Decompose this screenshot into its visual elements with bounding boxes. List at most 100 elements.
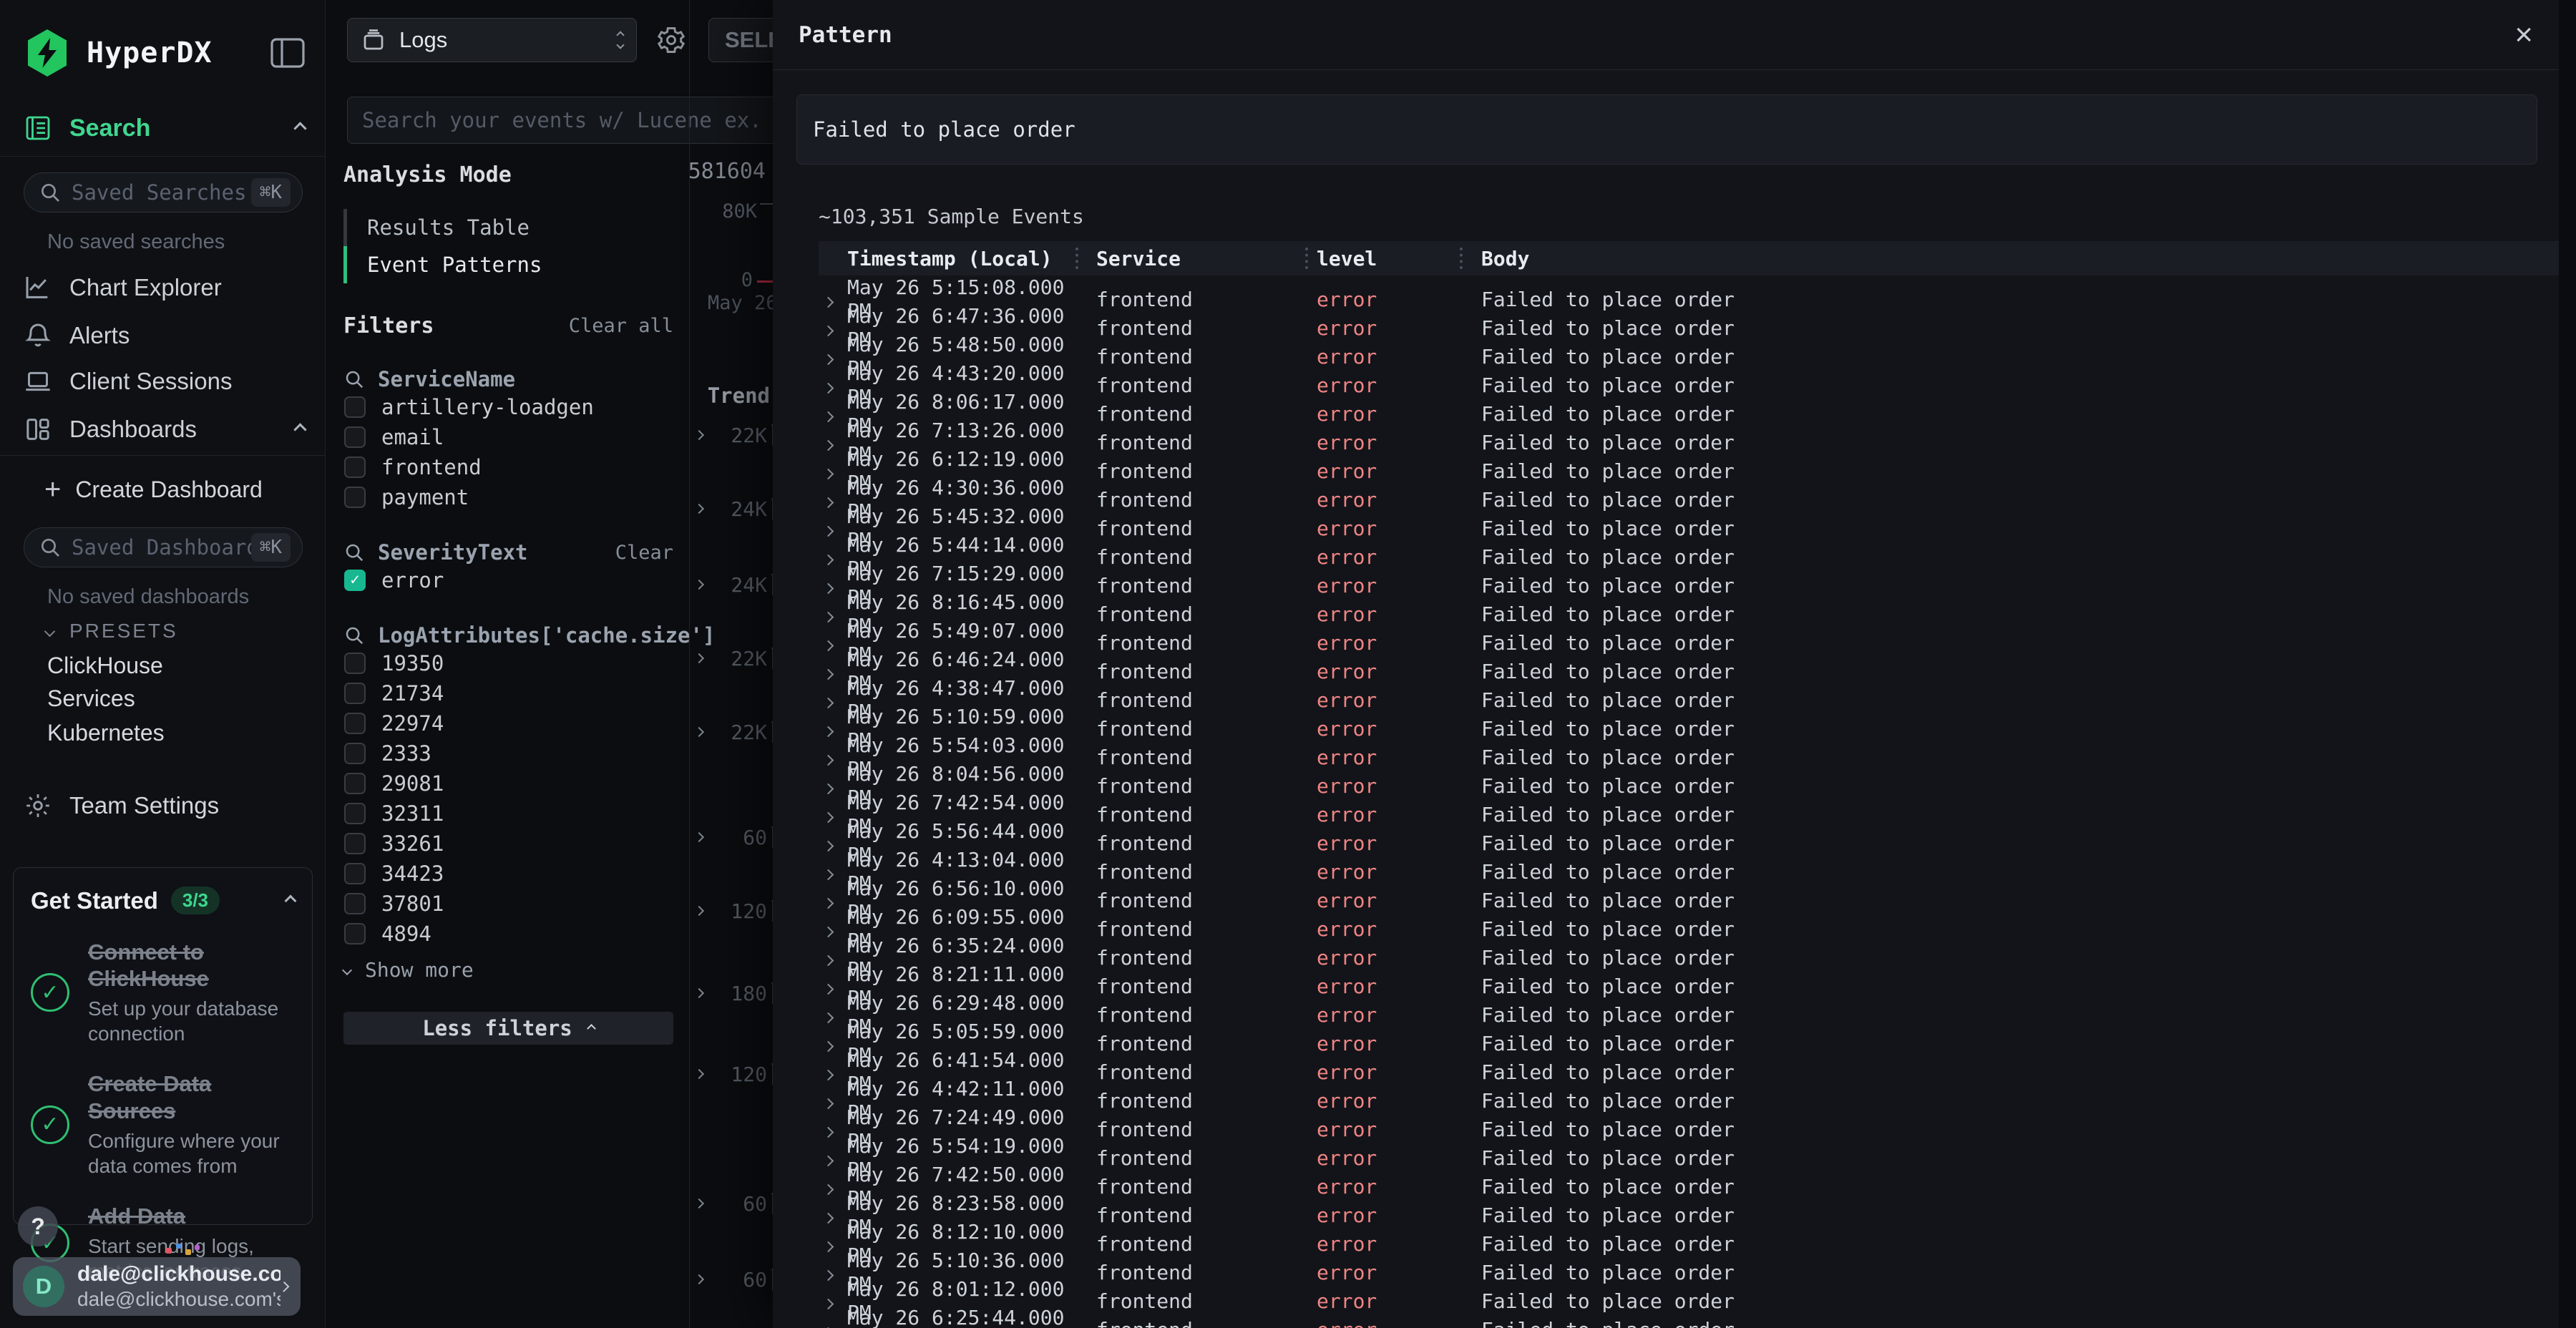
filter-option[interactable]: ✓ error — [343, 565, 673, 595]
saved-searches-input[interactable]: ⌘K — [24, 172, 303, 213]
expand-row-chevron-icon[interactable] — [823, 1012, 834, 1023]
filter-option[interactable]: 29081 — [343, 768, 673, 798]
expand-row-chevron-icon[interactable] — [823, 840, 834, 851]
filter-option[interactable]: 19350 — [343, 648, 673, 678]
expand-row-chevron-icon[interactable] — [823, 325, 834, 336]
expand-row-chevron-icon[interactable] — [823, 1241, 834, 1252]
sidebar-item-chart-explorer[interactable]: Chart Explorer — [24, 266, 305, 309]
create-dashboard-button[interactable]: + Create Dashboard — [44, 472, 263, 507]
checkbox-unchecked[interactable] — [344, 653, 366, 674]
less-filters-button[interactable]: Less filters — [343, 1012, 673, 1045]
col-body[interactable]: Body — [1481, 247, 2576, 270]
sidebar-collapse-icon[interactable] — [270, 38, 305, 68]
expand-row-chevron-icon[interactable] — [823, 1126, 834, 1138]
checkbox-unchecked[interactable] — [344, 923, 366, 944]
sidebar-item-team-settings[interactable]: Team Settings — [24, 784, 305, 827]
checkbox-unchecked[interactable] — [344, 863, 366, 884]
search-icon[interactable] — [343, 368, 365, 390]
search-icon[interactable] — [343, 542, 365, 563]
search-icon[interactable] — [343, 625, 365, 646]
expand-row-chevron-icon[interactable] — [823, 296, 834, 308]
checkbox-unchecked[interactable] — [344, 833, 366, 854]
expand-row-chevron-icon[interactable] — [823, 497, 834, 508]
column-resize-handle[interactable] — [1460, 248, 1463, 269]
get-started-header[interactable]: Get Started 3/3 — [31, 887, 295, 914]
checkbox-unchecked[interactable] — [344, 893, 366, 914]
filter-option[interactable]: 33261 — [343, 829, 673, 858]
filter-option[interactable]: 34423 — [343, 859, 673, 888]
expand-row-chevron-icon[interactable] — [823, 1155, 834, 1166]
expand-row-chevron-icon[interactable] — [823, 1069, 834, 1080]
expand-row-chevron-icon[interactable] — [823, 411, 834, 422]
expand-row-chevron-icon[interactable] — [823, 897, 834, 909]
expand-row-chevron-icon[interactable] — [823, 525, 834, 537]
checkbox-unchecked[interactable] — [344, 773, 366, 794]
pattern-row-fragment[interactable]: 60 — [690, 1265, 773, 1294]
saved-dashboards-field[interactable] — [72, 535, 251, 560]
expand-row-chevron-icon[interactable] — [823, 811, 834, 823]
checkbox-checked[interactable]: ✓ — [344, 570, 366, 591]
checkbox-unchecked[interactable] — [344, 683, 366, 704]
expand-row-chevron-icon[interactable] — [823, 783, 834, 794]
sidebar-item-dashboards[interactable]: Dashboards — [24, 408, 305, 451]
expand-row-chevron-icon[interactable] — [823, 554, 834, 565]
filter-option[interactable]: 2333 — [343, 738, 673, 768]
expand-row-chevron-icon[interactable] — [823, 1269, 834, 1281]
mode-results-table[interactable]: Results Table — [343, 209, 673, 246]
expand-row-chevron-icon[interactable] — [823, 697, 834, 708]
checkbox-unchecked[interactable] — [344, 426, 366, 448]
saved-searches-field[interactable] — [72, 180, 251, 205]
preset-item[interactable]: Services — [47, 685, 135, 712]
expand-row-chevron-icon[interactable] — [823, 1212, 834, 1224]
expand-row-chevron-icon[interactable] — [823, 582, 834, 594]
help-button[interactable]: ? — [18, 1206, 58, 1246]
preset-item[interactable]: Kubernetes — [47, 720, 165, 746]
col-level[interactable]: level — [1317, 247, 1481, 270]
scroll-gutter[interactable] — [2559, 0, 2576, 1328]
checkbox-unchecked[interactable] — [344, 803, 366, 824]
filter-option[interactable]: artillery-loadgen — [343, 392, 673, 421]
checkbox-unchecked[interactable] — [344, 743, 366, 764]
checkbox-unchecked[interactable] — [344, 396, 366, 418]
filter-option[interactable]: 37801 — [343, 889, 673, 918]
expand-row-chevron-icon[interactable] — [823, 668, 834, 680]
expand-row-chevron-icon[interactable] — [823, 954, 834, 966]
filter-option[interactable]: 32311 — [343, 799, 673, 828]
clear-link[interactable]: Clear — [615, 542, 673, 564]
get-started-item[interactable]: ✓ Connect to ClickHouse Set up your data… — [31, 939, 295, 1046]
source-settings-gear-icon[interactable] — [655, 24, 687, 56]
expand-row-chevron-icon[interactable] — [823, 468, 834, 479]
pattern-row-fragment[interactable]: 120 — [690, 1060, 773, 1088]
preset-item[interactable]: ClickHouse — [47, 653, 163, 679]
presets-toggle[interactable]: PRESETS — [46, 620, 178, 643]
expand-row-chevron-icon[interactable] — [823, 1298, 834, 1309]
sidebar-item-search[interactable]: Search — [24, 107, 305, 149]
expand-row-chevron-icon[interactable] — [823, 869, 834, 880]
sidebar-item-alerts[interactable]: Alerts — [24, 314, 305, 357]
col-timestamp[interactable]: Timestamp (Local) — [847, 247, 1096, 270]
pattern-row-fragment[interactable]: 22K — [690, 421, 773, 449]
checkbox-unchecked[interactable] — [344, 487, 366, 508]
filter-option[interactable]: 22974 — [343, 708, 673, 738]
expand-row-chevron-icon[interactable] — [823, 1183, 834, 1195]
expand-row-chevron-icon[interactable] — [823, 439, 834, 451]
pattern-row-fragment[interactable]: 120 — [690, 897, 773, 925]
checkbox-unchecked[interactable] — [344, 713, 366, 734]
column-resize-handle[interactable] — [1305, 248, 1308, 269]
expand-row-chevron-icon[interactable] — [823, 611, 834, 622]
table-row[interactable]: May 26 5:15:08.000 PM frontend error Fai… — [819, 275, 2576, 304]
pattern-row-fragment[interactable]: 60 — [690, 1189, 773, 1218]
close-icon[interactable]: × — [2514, 19, 2533, 51]
expand-row-chevron-icon[interactable] — [823, 983, 834, 995]
filter-option[interactable]: email — [343, 422, 673, 451]
filter-option[interactable]: 4894 — [343, 919, 673, 948]
pattern-row-fragment[interactable]: 22K — [690, 718, 773, 746]
show-more-link[interactable]: Show more — [343, 958, 673, 982]
column-resize-handle[interactable] — [1075, 248, 1078, 269]
checkbox-unchecked[interactable] — [344, 456, 366, 478]
filter-option[interactable]: payment — [343, 482, 673, 512]
expand-row-chevron-icon[interactable] — [823, 926, 834, 937]
expand-row-chevron-icon[interactable] — [823, 1040, 834, 1052]
mode-event-patterns[interactable]: Event Patterns — [343, 246, 673, 283]
user-menu[interactable]: D dale@clickhouse.com dale@clickhouse.co… — [13, 1257, 301, 1316]
